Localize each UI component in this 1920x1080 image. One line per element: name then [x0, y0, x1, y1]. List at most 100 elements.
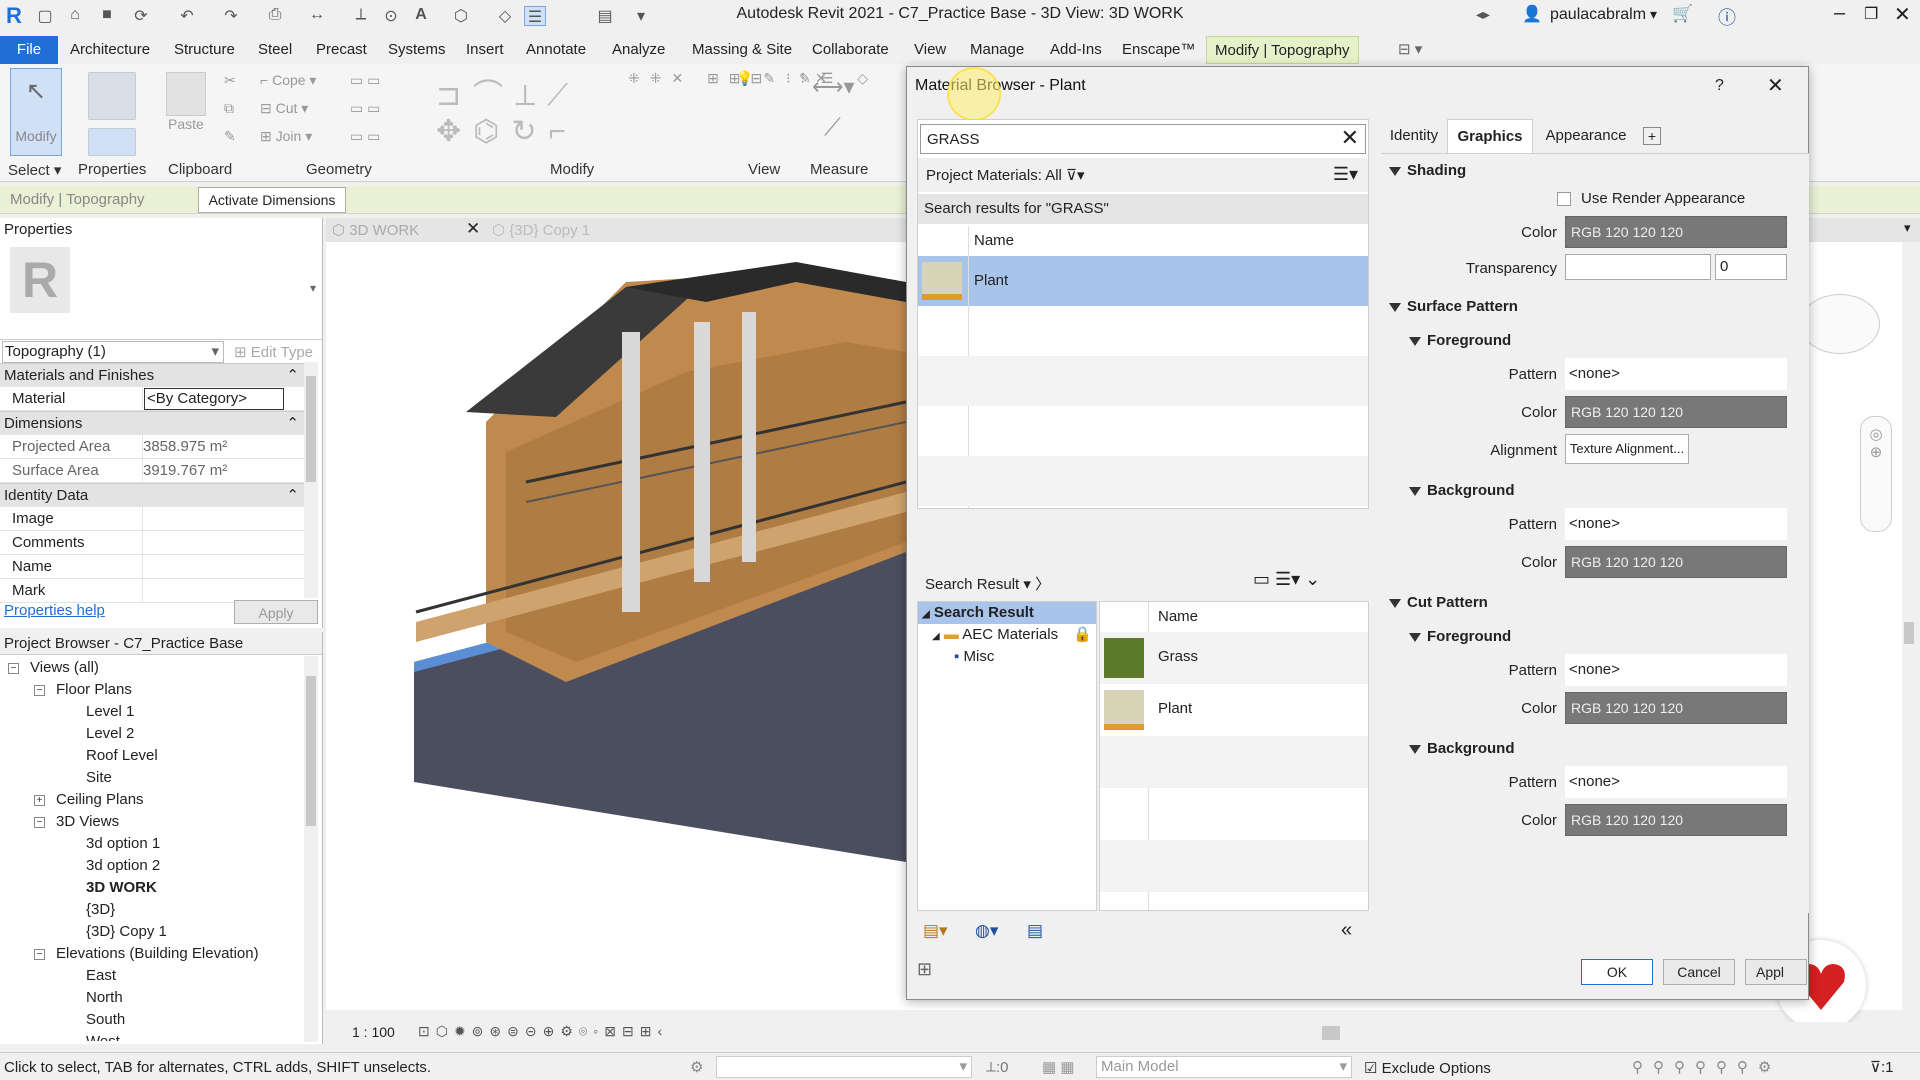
library-manage-icon[interactable]: ◍▾	[975, 921, 998, 941]
workset-selector[interactable]: ▾	[716, 1056, 972, 1078]
texture-alignment-button[interactable]: Texture Alignment...	[1565, 434, 1689, 464]
help-icon[interactable]: ⓘ	[1718, 4, 1736, 30]
close-tab-icon[interactable]: ✕	[466, 219, 480, 239]
surface-bg-color[interactable]: RGB 120 120 120	[1565, 546, 1787, 578]
library-tree-item[interactable]: ◢ Search Result	[918, 602, 1096, 624]
cut-bg-color[interactable]: RGB 120 120 120	[1565, 804, 1787, 836]
name-column-header[interactable]: Name	[974, 226, 1014, 256]
browser-item[interactable]: North	[86, 987, 123, 1009]
cut-pattern-section[interactable]: Cut Pattern	[1389, 594, 1488, 611]
cut-foreground-section[interactable]: Foreground	[1409, 628, 1511, 645]
tab-graphics[interactable]: Graphics	[1447, 119, 1533, 153]
expand-toggle-icon[interactable]: −	[8, 663, 19, 674]
paste-icon[interactable]	[166, 72, 206, 116]
cut-background-section[interactable]: Background	[1409, 740, 1515, 757]
expand-toggle-icon[interactable]: −	[34, 949, 45, 960]
library-tree-item[interactable]: ◢ ▬ AEC Materials 🔒	[932, 624, 1096, 646]
browser-item[interactable]: 3d option 1	[86, 833, 160, 855]
view-tab-3d-work[interactable]: ⬡ 3D WORK	[332, 221, 419, 239]
tab-steel[interactable]: Steel	[250, 36, 300, 64]
properties-help-link[interactable]: Properties help	[4, 602, 105, 619]
cut-fg-pattern[interactable]: <none>	[1565, 654, 1787, 686]
expand-toggle-icon[interactable]: −	[34, 685, 45, 696]
browser-item[interactable]: South	[86, 1009, 125, 1031]
geometry-icons-2[interactable]: ▭ ▭	[350, 100, 380, 117]
create-material-icon[interactable]: ▤▾	[923, 921, 948, 941]
tab-file[interactable]: File	[0, 36, 58, 64]
minimize-icon[interactable]: –	[1834, 2, 1845, 25]
cart-icon[interactable]: 🛒	[1672, 4, 1693, 24]
browser-item[interactable]: Roof Level	[86, 745, 158, 767]
transparency-slider[interactable]	[1565, 254, 1711, 280]
view-tab-3d-copy[interactable]: ⬡ {3D} Copy 1	[492, 221, 590, 239]
type-properties-icon[interactable]	[88, 72, 136, 120]
browser-item[interactable]: 3D WORK	[86, 877, 157, 899]
browser-item[interactable]: Site	[86, 767, 112, 789]
tab-enscape[interactable]: Enscape™	[1114, 36, 1203, 64]
measure-tool[interactable]: ⟷▾	[812, 74, 855, 100]
property-row[interactable]: Projected Area 3858.975 m²	[0, 435, 305, 459]
browser-item[interactable]: {3D}	[86, 899, 115, 921]
cope-tool[interactable]: ⌐ Cope ▾	[260, 72, 316, 89]
apply-button[interactable]: Apply	[234, 600, 318, 624]
browser-item[interactable]: {3D} Copy 1	[86, 921, 167, 943]
tab-architecture[interactable]: Architecture	[62, 36, 158, 64]
use-render-checkbox[interactable]	[1557, 192, 1571, 206]
tab-view[interactable]: View	[906, 36, 954, 64]
result-row-plant[interactable]: Plant	[918, 256, 1368, 306]
browser-item[interactable]: Level 1	[86, 701, 134, 723]
browser-item[interactable]: 3D Views	[56, 811, 119, 833]
match-icon[interactable]: ✎	[224, 128, 236, 145]
ribbon-options-icon[interactable]: ⊟ ▾	[1390, 36, 1430, 64]
activate-dimensions-button[interactable]: Activate Dimensions	[198, 187, 346, 213]
edit-type-button[interactable]: ⊞ Edit Type	[234, 343, 313, 361]
tab-massing-site[interactable]: Massing & Site	[684, 36, 800, 64]
surface-fg-color[interactable]: RGB 120 120 120	[1565, 396, 1787, 428]
properties-scrollbar[interactable]	[304, 362, 318, 598]
design-options-icon[interactable]: ▦ ▦	[1042, 1058, 1075, 1076]
navigation-bar[interactable]: ◎ ⊕	[1860, 416, 1892, 532]
name-column-header[interactable]: Name	[1158, 602, 1198, 632]
user-icon[interactable]: 👤	[1522, 4, 1542, 24]
tab-annotate[interactable]: Annotate	[518, 36, 594, 64]
geometry-icons-3[interactable]: ▭ ▭	[350, 128, 380, 145]
project-filter[interactable]: Project Materials: All ⊽▾	[926, 166, 1085, 184]
library-row-plant[interactable]: Plant	[1100, 684, 1368, 736]
copy-icon[interactable]: ⧉	[224, 100, 234, 117]
tab-insert[interactable]: Insert	[458, 36, 512, 64]
browser-item[interactable]: Elevations (Building Elevation)	[56, 943, 259, 965]
horizontal-scroll-thumb[interactable]	[1322, 1026, 1340, 1040]
tab-menu-icon[interactable]: ▾	[1904, 220, 1911, 236]
shading-section[interactable]: Shading	[1389, 162, 1466, 179]
section-dimensions[interactable]: Dimensions ⌃	[0, 411, 305, 435]
join-tool[interactable]: ⊞ Join ▾	[260, 128, 312, 145]
tab-structure[interactable]: Structure	[166, 36, 243, 64]
cut-bg-pattern[interactable]: <none>	[1565, 766, 1787, 798]
modify-tools[interactable]: ⊐⌒⟂⟋ ✥⌬↻⌐	[436, 70, 646, 156]
library-view-icons[interactable]: ▭ ☰▾ ⌄	[1253, 569, 1320, 590]
section-materials[interactable]: Materials and Finishes ⌃	[0, 363, 305, 387]
user-name[interactable]: paulacabralm	[1550, 6, 1646, 24]
property-row[interactable]: Name	[0, 555, 305, 579]
tab-appearance[interactable]: Appearance	[1533, 119, 1639, 153]
tab-precast[interactable]: Precast	[308, 36, 375, 64]
material-value[interactable]: <By Category>	[144, 388, 284, 410]
property-row[interactable]: Material <By Category>	[0, 387, 305, 411]
restore-icon[interactable]: ❐	[1864, 4, 1878, 24]
cut-fg-color[interactable]: RGB 120 120 120	[1565, 692, 1787, 724]
library-dropdown[interactable]: Search Result ▾ 〉	[925, 573, 1050, 594]
browser-item[interactable]: 3d option 2	[86, 855, 160, 877]
surface-fg-pattern[interactable]: <none>	[1565, 358, 1787, 390]
property-row[interactable]: Comments	[0, 531, 305, 555]
library-row-grass[interactable]: Grass	[1100, 632, 1368, 684]
tab-systems[interactable]: Systems	[380, 36, 454, 64]
view-tools[interactable]: 💡✎ ✎☰ ◇	[736, 70, 878, 87]
library-tree-item[interactable]: ▪ Misc	[954, 646, 1094, 668]
browser-item[interactable]: Ceiling Plans	[56, 789, 144, 811]
clear-search-icon[interactable]: ✕	[1341, 125, 1359, 151]
chevron-down-icon[interactable]: ▾	[1650, 6, 1657, 23]
collapse-library-icon[interactable]: «	[1341, 919, 1352, 942]
view-cube[interactable]	[1800, 294, 1880, 354]
browser-item[interactable]: Views (all)	[30, 657, 99, 679]
surface-foreground-section[interactable]: Foreground	[1409, 332, 1511, 349]
